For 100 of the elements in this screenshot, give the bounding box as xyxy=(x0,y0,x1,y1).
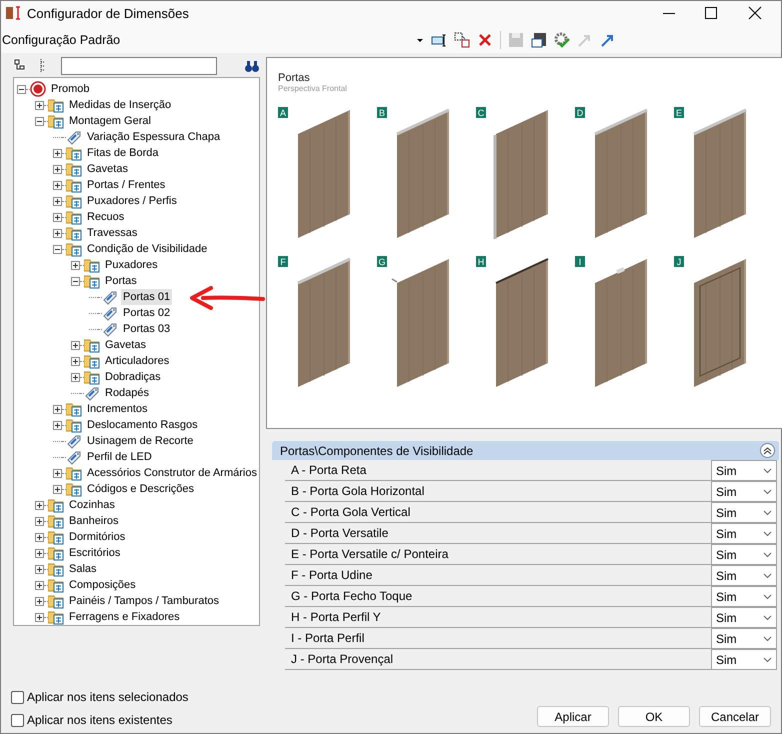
expand-toggle[interactable] xyxy=(71,372,80,382)
save-as-icon[interactable] xyxy=(531,32,547,48)
tree-item[interactable]: Salas xyxy=(67,561,99,577)
tree-item[interactable]: Ferragens e Fixadores xyxy=(67,609,182,625)
expand-toggle[interactable] xyxy=(53,148,62,158)
plus-icon xyxy=(54,406,61,412)
tree-item[interactable]: Cozinhas xyxy=(67,497,117,513)
expand-toggle[interactable] xyxy=(71,260,80,270)
tree-item[interactable]: Articuladores xyxy=(103,353,172,369)
tree-item[interactable]: Portas xyxy=(103,273,139,289)
tree-item[interactable]: Escritórios xyxy=(67,545,122,561)
close-icon xyxy=(747,5,763,21)
collapse-toggle[interactable] xyxy=(35,116,44,126)
value-dropdown[interactable]: Sim xyxy=(711,544,777,564)
expand-toggle[interactable] xyxy=(35,516,44,526)
expand-toggle[interactable] xyxy=(53,180,62,190)
tree-item[interactable]: Travessas xyxy=(85,225,140,241)
plus-icon xyxy=(72,342,79,348)
folder-icon xyxy=(84,369,100,385)
tree-item[interactable]: Dormitórios xyxy=(67,529,128,545)
value-dropdown[interactable]: Sim xyxy=(711,523,777,543)
dialog-button[interactable]: Cancelar xyxy=(699,706,771,727)
expand-toggle[interactable] xyxy=(53,212,62,222)
collapse-button[interactable] xyxy=(760,443,775,458)
tree-item[interactable]: Gavetas xyxy=(103,337,148,353)
plus-icon xyxy=(36,518,43,524)
value-dropdown[interactable]: Sim xyxy=(711,460,777,480)
property-label: J - Porta Provençal xyxy=(290,651,394,668)
chevron-down-icon xyxy=(763,614,772,620)
tree-item[interactable]: Montagem Geral xyxy=(67,113,153,129)
dialog-button[interactable]: Aplicar xyxy=(537,706,609,727)
tree-item[interactable]: Deslocamento Rasgos xyxy=(85,417,200,433)
tree-item[interactable]: Portas 02 xyxy=(121,305,172,321)
expand-toggle[interactable] xyxy=(53,404,62,414)
tree-item[interactable]: Rodapés xyxy=(103,385,152,401)
tree-item[interactable]: Perfil de LED xyxy=(85,449,154,465)
value-dropdown[interactable]: Sim xyxy=(711,628,777,648)
tree-item[interactable]: Portas 01 xyxy=(121,289,172,305)
collapse-toggle[interactable] xyxy=(53,244,62,254)
tree-item[interactable]: Recuos xyxy=(85,209,126,225)
window-title: Configurador de Dimensões xyxy=(27,6,190,20)
expand-toggle[interactable] xyxy=(35,500,44,510)
binoculars-icon[interactable] xyxy=(244,58,260,74)
expand-toggle[interactable] xyxy=(35,532,44,542)
expand-toggle[interactable] xyxy=(35,564,44,574)
value-dropdown[interactable]: Sim xyxy=(711,586,777,606)
expand-toggle[interactable] xyxy=(35,100,44,110)
tree-item[interactable]: Promob xyxy=(49,81,92,97)
tag-icon xyxy=(84,385,100,401)
expand-toggle[interactable] xyxy=(71,340,80,350)
tree-item[interactable]: Códigos e Descrições xyxy=(85,481,196,497)
value-dropdown[interactable]: Sim xyxy=(711,565,777,585)
text-field-icon[interactable] xyxy=(431,32,447,48)
value-dropdown[interactable]: Sim xyxy=(711,607,777,627)
search-field[interactable] xyxy=(61,57,217,75)
tree-item[interactable]: Fitas de Borda xyxy=(85,145,161,161)
expand-toggle[interactable] xyxy=(35,580,44,590)
tree-item[interactable]: Condição de Visibilidade xyxy=(85,241,210,257)
value-dropdown[interactable]: Sim xyxy=(711,649,777,669)
tree-item[interactable]: Dobradiças xyxy=(103,369,163,385)
tree-item[interactable]: Usinagem de Recorte xyxy=(85,433,196,449)
expand-toggle[interactable] xyxy=(53,484,62,494)
arrow-icon[interactable] xyxy=(600,32,616,48)
expand-toggle[interactable] xyxy=(71,356,80,366)
collapse-toggle[interactable] xyxy=(17,84,26,94)
tag-icon xyxy=(66,449,82,465)
folder-icon xyxy=(84,337,100,353)
checkbox[interactable] xyxy=(11,714,24,726)
collapse-toggle[interactable] xyxy=(71,276,80,286)
expand-toggle[interactable] xyxy=(53,196,62,206)
tree-item[interactable]: Portas / Frentes xyxy=(85,177,168,193)
tree-item[interactable]: Incrementos xyxy=(85,401,150,417)
expand-toggle[interactable] xyxy=(35,612,44,622)
tree-item[interactable]: Acessórios Construtor de Armários xyxy=(85,465,259,481)
value-dropdown[interactable]: Sim xyxy=(711,481,777,501)
tree-item[interactable]: Puxadores xyxy=(103,257,160,273)
tree-item[interactable]: Variação Espessura Chapa xyxy=(85,129,222,145)
value-dropdown[interactable]: Sim xyxy=(711,502,777,522)
expand-toggle[interactable] xyxy=(53,228,62,238)
tree-item[interactable]: Puxadores / Perfis xyxy=(85,193,179,209)
expand-toggle[interactable] xyxy=(53,420,62,430)
tree-item[interactable]: Banheiros xyxy=(67,513,121,529)
copy-icon[interactable] xyxy=(454,32,470,48)
tree-item[interactable]: Composições xyxy=(67,577,138,593)
gear-check-icon[interactable] xyxy=(554,32,570,48)
tag-icon xyxy=(102,289,118,305)
delete-icon[interactable] xyxy=(477,32,493,48)
expand-toggle[interactable] xyxy=(35,548,44,558)
dialog-button[interactable]: OK xyxy=(618,706,690,727)
expand-toggle[interactable] xyxy=(53,468,62,478)
tree-item[interactable]: Gavetas xyxy=(85,161,130,177)
plus-icon xyxy=(72,262,79,268)
expand-toggle[interactable] xyxy=(35,596,44,606)
plus-icon xyxy=(54,422,61,428)
tree-item[interactable]: Portas 03 xyxy=(121,321,172,337)
door-letter: B xyxy=(377,107,387,118)
checkbox[interactable] xyxy=(11,690,24,704)
expand-toggle[interactable] xyxy=(53,164,62,174)
tree-item[interactable]: Medidas de Inserção xyxy=(67,97,174,113)
tree-item[interactable]: Painéis / Tampos / Tamburatos xyxy=(67,593,222,609)
